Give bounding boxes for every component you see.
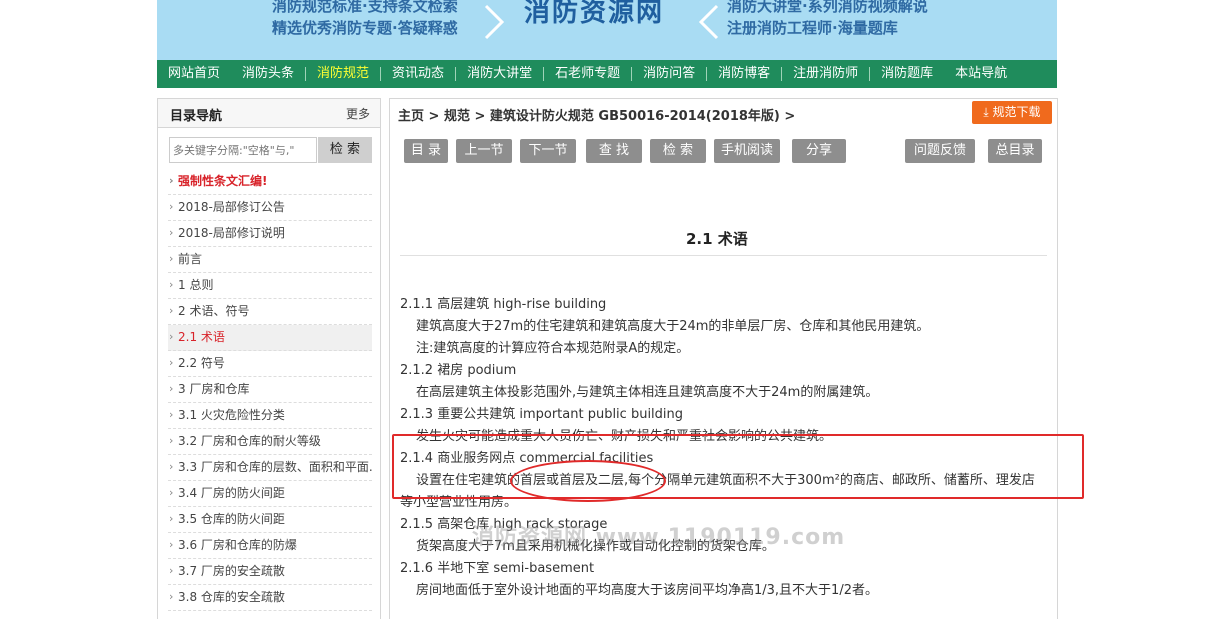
banner-right-line1: 消防大讲堂·系列消防视频解说	[727, 0, 928, 15]
toc-item[interactable]: 1 总则	[168, 273, 372, 299]
content-line: 2.1.3 重要公共建筑 important public building	[400, 407, 684, 422]
toolbar-button[interactable]: 检 索	[650, 139, 706, 163]
nav-item[interactable]: 消防头条	[231, 60, 305, 88]
toc-item[interactable]: 强制性条文汇编!	[168, 169, 372, 195]
nav-item[interactable]: 网站首页	[157, 60, 231, 88]
content-line: 房间地面低于室外设计地面的平均高度大于该房间平均净高1/3,且不大于1/2者。	[416, 583, 878, 598]
toc-item[interactable]: 3.4 厂房的防火间距	[168, 481, 372, 507]
divider	[400, 255, 1047, 256]
download-icon: ⤓	[983, 105, 993, 119]
breadcrumb: 主页 > 规范 > 建筑设计防火规范 GB50016-2014(2018年版) …	[398, 109, 796, 124]
toc-item[interactable]: 2018-局部修订说明	[168, 221, 372, 247]
toc-item[interactable]: 3 厂房和仓库	[168, 377, 372, 403]
site-banner: 消防规范标准·支持条文检索 精选优秀消防专题·答疑释惑 消防资源网 消防大讲堂·…	[157, 0, 1057, 60]
toolbar-button[interactable]: 问题反馈	[905, 139, 975, 163]
toc-item[interactable]: 3.3 厂房和仓库的层数、面积和平面...	[168, 455, 372, 481]
sidebar-header: 目录导航 更多	[158, 99, 380, 128]
sidebar-more-link[interactable]: 更多	[346, 105, 370, 122]
sidebar: 目录导航 更多 检 索 强制性条文汇编!2018-局部修订公告2018-局部修订…	[157, 98, 381, 619]
download-button[interactable]: ⤓ 规范下载	[972, 101, 1052, 124]
nav-item[interactable]: 石老师专题	[544, 60, 631, 88]
toolbar-button[interactable]: 下一节	[520, 139, 576, 163]
chevron-left-icon	[698, 4, 719, 40]
toc-item[interactable]: 2018-局部修订公告	[168, 195, 372, 221]
main-nav: 网站首页 消防头条 消防规范 资讯动态 消防大讲堂 石老师专题 消防问答 消防博客 注册消防师消…	[157, 60, 1057, 88]
toc-item[interactable]: 前言	[168, 247, 372, 273]
nav-item[interactable]: 消防大讲堂	[456, 60, 543, 88]
annotation-rectangle	[392, 434, 1084, 499]
content-line: 在高层建筑主体投影范围外,与建筑主体相连且建筑高度不大于24m的附属建筑。	[416, 385, 879, 400]
watermark: 消防资源网 www.1190119.com	[472, 525, 846, 550]
toc-item[interactable]: 3.2 厂房和仓库的耐火等级	[168, 429, 372, 455]
toolbar-button[interactable]: 分享	[792, 139, 846, 163]
nav-item[interactable]: 消防博客	[707, 60, 781, 88]
banner-left-line1: 消防规范标准·支持条文检索	[272, 0, 458, 15]
toc-item[interactable]: 2 术语、符号	[168, 299, 372, 325]
search-button[interactable]: 检 索	[318, 137, 372, 163]
toc-item[interactable]: 3.1 火灾危险性分类	[168, 403, 372, 429]
toolbar-button[interactable]: 上一节	[456, 139, 512, 163]
nav-item[interactable]: 本站导航	[944, 60, 1018, 88]
content-line: 建筑高度大于27m的住宅建筑和建筑高度大于24m的非单层厂房、仓库和其他民用建筑…	[416, 319, 930, 334]
sidebar-search: 检 索	[169, 137, 372, 163]
search-input[interactable]	[169, 137, 317, 163]
toolbar-button[interactable]: 查 找	[586, 139, 642, 163]
toolbar-button[interactable]: 手机阅读	[714, 139, 780, 163]
nav-item[interactable]: 消防题库	[870, 60, 944, 88]
toc-item[interactable]: 3.8 仓库的安全疏散	[168, 585, 372, 611]
toc-item[interactable]: 3.5 仓库的防火间距	[168, 507, 372, 533]
toc-item[interactable]: 3.6 厂房和仓库的防爆	[168, 533, 372, 559]
download-label: 规范下载	[992, 105, 1041, 119]
section-heading: 2.1 术语	[686, 230, 748, 248]
banner-right-line2: 注册消防工程师·海量题库	[727, 19, 898, 37]
nav-item[interactable]: 消防规范	[306, 60, 380, 88]
toc-item[interactable]: 3.7 厂房的安全疏散	[168, 559, 372, 585]
toolbar-button[interactable]: 目 录	[404, 139, 448, 163]
content-line: 注:建筑高度的计算应符合本规范附录A的规定。	[416, 341, 690, 356]
banner-left-text: 消防规范标准·支持条文检索 精选优秀消防专题·答疑释惑	[272, 0, 458, 39]
content-line: 2.1.6 半地下室 semi-basement	[400, 561, 595, 576]
nav-item[interactable]: 资讯动态	[381, 60, 455, 88]
annotation-ellipse	[510, 460, 666, 502]
toc-item[interactable]: 2.2 符号	[168, 351, 372, 377]
banner-right-text: 消防大讲堂·系列消防视频解说 注册消防工程师·海量题库	[727, 0, 928, 39]
chevron-right-icon	[484, 4, 505, 40]
nav-item[interactable]: 消防问答	[632, 60, 706, 88]
toc-item[interactable]: 2.1 术语	[168, 325, 372, 351]
banner-left-line2: 精选优秀消防专题·答疑释惑	[272, 19, 458, 37]
nav-item[interactable]: 注册消防师	[782, 60, 869, 88]
toc-list: 强制性条文汇编!2018-局部修订公告2018-局部修订说明前言1 总则2 术语…	[168, 169, 372, 611]
toolbar-button[interactable]: 总目录	[988, 139, 1042, 163]
sidebar-title: 目录导航	[170, 109, 223, 124]
content-line: 2.1.2 裙房 podium	[400, 363, 517, 378]
content-line: 2.1.1 高层建筑 high-rise building	[400, 297, 607, 312]
